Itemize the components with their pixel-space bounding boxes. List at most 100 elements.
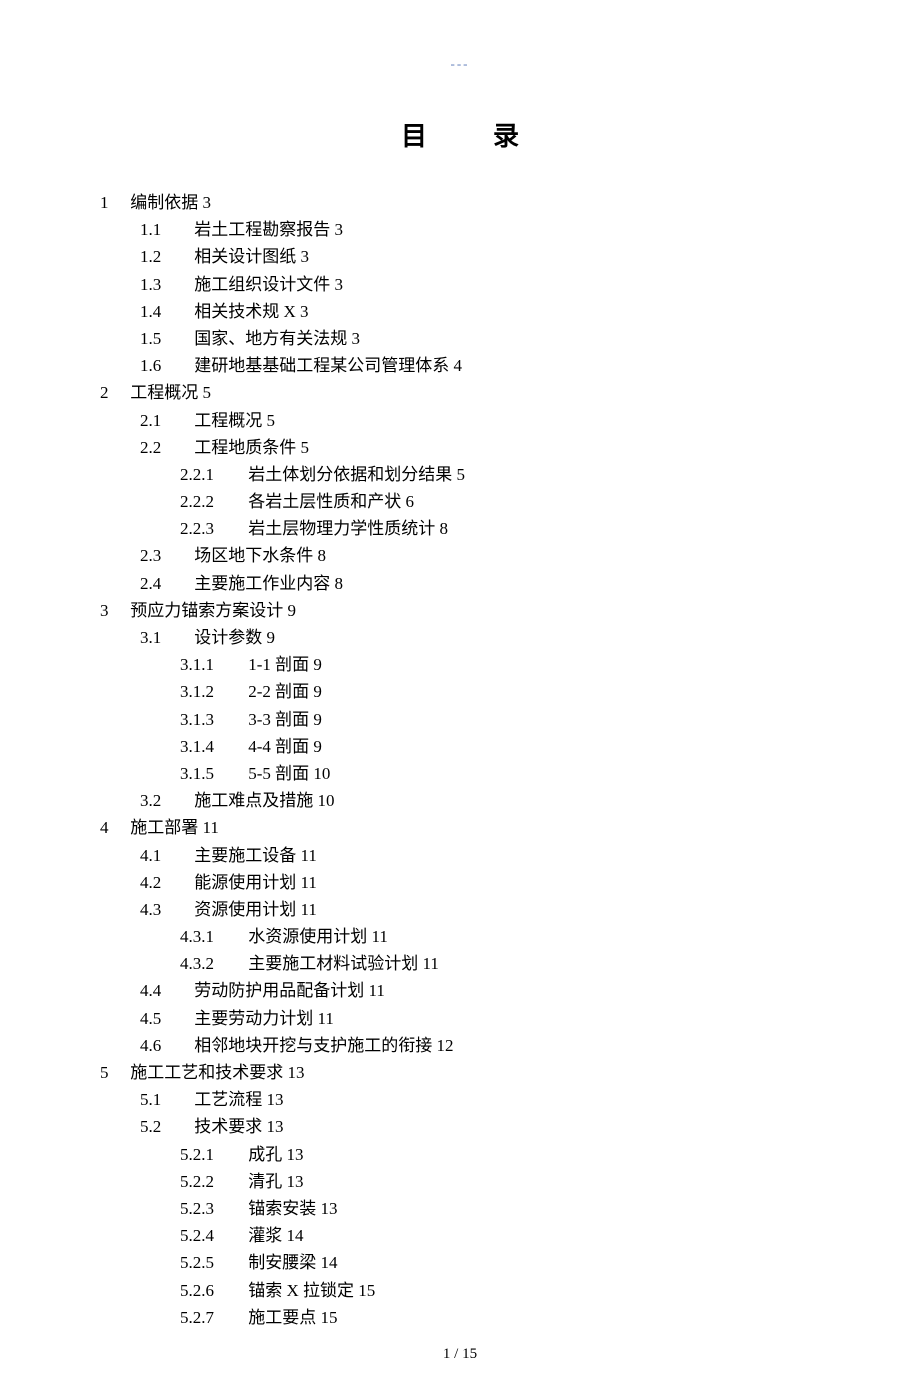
toc-number: 1.5 bbox=[140, 325, 190, 352]
toc-number: 4.3.2 bbox=[180, 950, 244, 977]
toc-text: 编制依据 bbox=[126, 193, 203, 212]
toc-page: 11 bbox=[372, 927, 388, 946]
toc-text: 工程概况 bbox=[126, 383, 203, 402]
toc-entry: 2.2.3 岩土层物理力学性质统计 8 bbox=[180, 515, 820, 542]
toc-entry: 5.2.2 清孔 13 bbox=[180, 1168, 820, 1195]
toc-text: 水资源使用计划 bbox=[244, 927, 372, 946]
toc-entry: 2.3 场区地下水条件 8 bbox=[140, 542, 820, 569]
toc-entry: 4.3.2 主要施工材料试验计划 11 bbox=[180, 950, 820, 977]
toc-page: 5 bbox=[301, 438, 310, 457]
toc-entry: 3 预应力锚索方案设计 9 bbox=[100, 597, 820, 624]
toc-page: 15 bbox=[358, 1281, 375, 1300]
toc-page: 8 bbox=[318, 546, 327, 565]
toc-number: 4.4 bbox=[140, 977, 190, 1004]
toc-page: 9 bbox=[313, 710, 322, 729]
toc-page: 11 bbox=[369, 981, 385, 1000]
toc-text: 清孔 bbox=[244, 1172, 287, 1191]
toc-entry: 5.2.6 锚索 X 拉锁定 15 bbox=[180, 1277, 820, 1304]
toc-page: 6 bbox=[406, 492, 415, 511]
toc-text: 施工工艺和技术要求 bbox=[126, 1063, 288, 1082]
toc-text: 灌浆 bbox=[244, 1226, 287, 1245]
toc-entry: 2.2 工程地质条件 5 bbox=[140, 434, 820, 461]
toc-number: 2.2.1 bbox=[180, 461, 244, 488]
toc-entry: 3.1.5 5-5 剖面 10 bbox=[180, 760, 820, 787]
toc-entry: 2.2.2 各岩土层性质和产状 6 bbox=[180, 488, 820, 515]
toc-number: 5.2.3 bbox=[180, 1195, 244, 1222]
toc-text: 建研地基基础工程某公司管理体系 bbox=[190, 356, 454, 375]
toc-entry: 4.4 劳动防护用品配备计划 11 bbox=[140, 977, 820, 1004]
toc-text: 相邻地块开挖与支护施工的衔接 bbox=[190, 1036, 437, 1055]
toc-number: 2.4 bbox=[140, 570, 190, 597]
toc-entry: 5.2.4 灌浆 14 bbox=[180, 1222, 820, 1249]
toc-entry: 4.1 主要施工设备 11 bbox=[140, 842, 820, 869]
toc-number: 1 bbox=[100, 189, 126, 216]
toc-text: 相关技术规 X bbox=[190, 302, 300, 321]
toc-entry: 4.6 相邻地块开挖与支护施工的衔接 12 bbox=[140, 1032, 820, 1059]
toc-number: 4 bbox=[100, 814, 126, 841]
toc-page: 10 bbox=[313, 764, 330, 783]
toc-number: 1.3 bbox=[140, 271, 190, 298]
toc-page: 3 bbox=[335, 220, 344, 239]
toc-entry: 1.2 相关设计图纸 3 bbox=[140, 243, 820, 270]
toc-text: 主要劳动力计划 bbox=[190, 1009, 318, 1028]
toc-text: 施工难点及措施 bbox=[190, 791, 318, 810]
toc-page: 8 bbox=[335, 574, 344, 593]
toc-page: 5 bbox=[457, 465, 466, 484]
toc-text: 劳动防护用品配备计划 bbox=[190, 981, 369, 1000]
toc-page: 12 bbox=[437, 1036, 454, 1055]
toc-entry: 3.1.1 1-1 剖面 9 bbox=[180, 651, 820, 678]
toc-text: 岩土层物理力学性质统计 bbox=[244, 519, 440, 538]
toc-text: 岩土工程勘察报告 bbox=[190, 220, 335, 239]
toc-page: 11 bbox=[301, 846, 317, 865]
toc-number: 3.1.3 bbox=[180, 706, 244, 733]
toc-page: 3 bbox=[300, 302, 309, 321]
toc-text: 资源使用计划 bbox=[190, 900, 301, 919]
toc-text: 各岩土层性质和产状 bbox=[244, 492, 406, 511]
toc-entry: 3.1 设计参数 9 bbox=[140, 624, 820, 651]
toc-page: 11 bbox=[318, 1009, 334, 1028]
toc-entry: 1.1 岩土工程勘察报告 3 bbox=[140, 216, 820, 243]
toc-entry: 5 施工工艺和技术要求 13 bbox=[100, 1059, 820, 1086]
toc-entry: 5.2.5 制安腰梁 14 bbox=[180, 1249, 820, 1276]
toc-text: 1-1 剖面 bbox=[244, 655, 313, 674]
page-title: 目 录 bbox=[100, 116, 820, 153]
toc-page: 5 bbox=[203, 383, 212, 402]
toc-entry: 1 编制依据 3 bbox=[100, 189, 820, 216]
table-of-contents: 1 编制依据 31.1 岩土工程勘察报告 31.2 相关设计图纸 31.3 施工… bbox=[100, 189, 820, 1331]
toc-entry: 5.1 工艺流程 13 bbox=[140, 1086, 820, 1113]
toc-entry: 4.2 能源使用计划 11 bbox=[140, 869, 820, 896]
toc-text: 技术要求 bbox=[190, 1117, 267, 1136]
toc-number: 3.2 bbox=[140, 787, 190, 814]
toc-number: 4.1 bbox=[140, 842, 190, 869]
toc-page: 4 bbox=[454, 356, 463, 375]
toc-text: 成孔 bbox=[244, 1145, 287, 1164]
toc-number: 5.2 bbox=[140, 1113, 190, 1140]
toc-number: 1.6 bbox=[140, 352, 190, 379]
toc-entry: 1.3 施工组织设计文件 3 bbox=[140, 271, 820, 298]
toc-text: 施工要点 bbox=[244, 1308, 321, 1327]
toc-text: 工艺流程 bbox=[190, 1090, 267, 1109]
toc-entry: 1.5 国家、地方有关法规 3 bbox=[140, 325, 820, 352]
toc-number: 2.3 bbox=[140, 542, 190, 569]
toc-text: 制安腰梁 bbox=[244, 1253, 321, 1272]
toc-text: 4-4 剖面 bbox=[244, 737, 313, 756]
toc-text: 国家、地方有关法规 bbox=[190, 329, 352, 348]
toc-page: 9 bbox=[288, 601, 297, 620]
page-footer: 1 / 15 bbox=[0, 1346, 920, 1363]
toc-page: 3 bbox=[335, 275, 344, 294]
header-mark: --- bbox=[100, 56, 820, 72]
toc-entry: 4 施工部署 11 bbox=[100, 814, 820, 841]
toc-number: 3.1.4 bbox=[180, 733, 244, 760]
toc-number: 2.2.2 bbox=[180, 488, 244, 515]
toc-page: 13 bbox=[267, 1090, 284, 1109]
toc-text: 设计参数 bbox=[190, 628, 267, 647]
toc-entry: 2.4 主要施工作业内容 8 bbox=[140, 570, 820, 597]
toc-page: 15 bbox=[321, 1308, 338, 1327]
toc-text: 场区地下水条件 bbox=[190, 546, 318, 565]
toc-text: 主要施工材料试验计划 bbox=[244, 954, 423, 973]
toc-entry: 2.2.1 岩土体划分依据和划分结果 5 bbox=[180, 461, 820, 488]
toc-page: 11 bbox=[301, 900, 317, 919]
toc-number: 5.2.4 bbox=[180, 1222, 244, 1249]
toc-number: 4.3 bbox=[140, 896, 190, 923]
toc-number: 5.2.5 bbox=[180, 1249, 244, 1276]
